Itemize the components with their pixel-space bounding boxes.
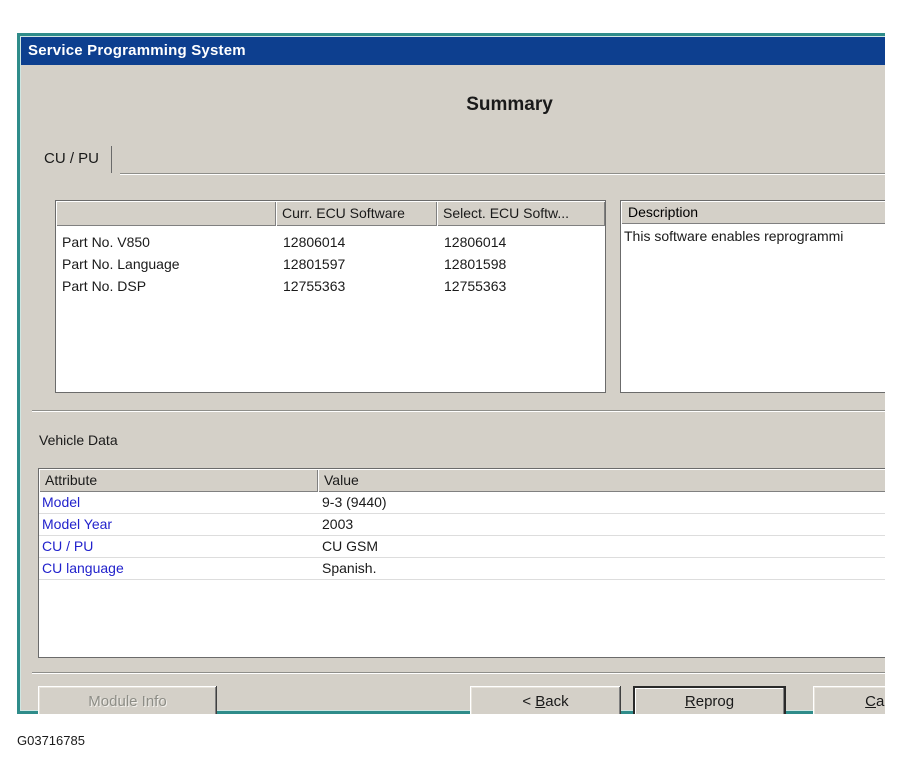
module-info-button: Module Info [38,686,217,714]
table-row[interactable]: Part No. Language 12801597 12801598 [56,253,605,275]
ecu-table-header: Curr. ECU Software Select. ECU Softw... [56,201,605,226]
table-row[interactable]: Model 9-3 (9440) [39,492,885,514]
tab-label: CU / PU [44,150,99,167]
table-row[interactable]: Model Year 2003 [39,514,885,536]
window-clip: Service Programming System Summary CU / … [17,33,885,714]
selected-software: 12801598 [437,253,605,275]
part-name: Part No. V850 [56,231,276,253]
ecu-col-current[interactable]: Curr. ECU Software [276,201,437,226]
reprog-label-rest: eprog [696,693,734,710]
back-accelerator: B [535,693,545,710]
ecu-col-blank[interactable] [56,201,276,226]
attribute-link[interactable]: Model Year [39,514,318,535]
attribute-value: 2003 [318,514,885,535]
ecu-table-body: Part No. V850 12806014 12806014 Part No.… [56,226,605,297]
attribute-link[interactable]: CU language [39,558,318,579]
table-row[interactable]: Part No. DSP 12755363 12755363 [56,275,605,297]
part-name: Part No. Language [56,253,276,275]
table-row[interactable]: CU / PU CU GSM [39,536,885,558]
attribute-value: Spanish. [318,558,885,579]
part-name: Part No. DSP [56,275,276,297]
current-software: 12801597 [276,253,437,275]
table-row[interactable]: Part No. V850 12806014 12806014 [56,231,605,253]
current-software: 12755363 [276,275,437,297]
window-title: Service Programming System [28,42,246,59]
value-column-header[interactable]: Value [318,469,885,492]
reprog-accelerator: R [685,693,696,710]
current-software: 12806014 [276,231,437,253]
table-row[interactable]: CU language Spanish. [39,558,885,580]
page-title: Summary [20,94,885,116]
button-bar-separator [32,672,885,674]
back-label-rest: ack [545,693,568,710]
ecu-col-selected[interactable]: Select. ECU Softw... [437,201,605,226]
attribute-link[interactable]: CU / PU [39,536,318,557]
description-text: This software enables reprogrammi [621,224,885,244]
back-button[interactable]: < Back [470,686,621,714]
figure-id: G03716785 [17,733,85,748]
vehicle-data-table: Attribute Value Model 9-3 (9440) Model Y… [38,468,885,658]
selected-software: 12755363 [437,275,605,297]
attribute-link[interactable]: Model [39,492,318,513]
tabstrip-edge [120,173,885,175]
description-header[interactable]: Description [621,201,885,224]
attribute-value: 9-3 (9440) [318,492,885,513]
sps-dialog-window: Service Programming System Summary CU / … [17,33,885,714]
reprog-button[interactable]: Reprog [633,686,786,714]
back-label-prefix: < [522,693,535,710]
vehicle-table-header: Attribute Value [39,469,885,492]
cancel-accelerator: C [865,693,876,710]
titlebar[interactable]: Service Programming System [21,37,885,65]
description-panel: Description This software enables reprog… [620,200,885,393]
cancel-button[interactable]: Cancel [813,686,885,714]
ecu-software-table: Curr. ECU Software Select. ECU Softw... … [55,200,606,393]
cancel-label-rest: ancel [876,693,885,710]
scanned-page: Service Programming System Summary CU / … [0,0,900,779]
attribute-value: CU GSM [318,536,885,557]
tab-cu-pu[interactable]: CU / PU [42,146,112,173]
selected-software: 12806014 [437,231,605,253]
attribute-column-header[interactable]: Attribute [39,469,318,492]
tab-panel-bottom-edge [32,410,885,412]
vehicle-data-label: Vehicle Data [39,432,118,448]
